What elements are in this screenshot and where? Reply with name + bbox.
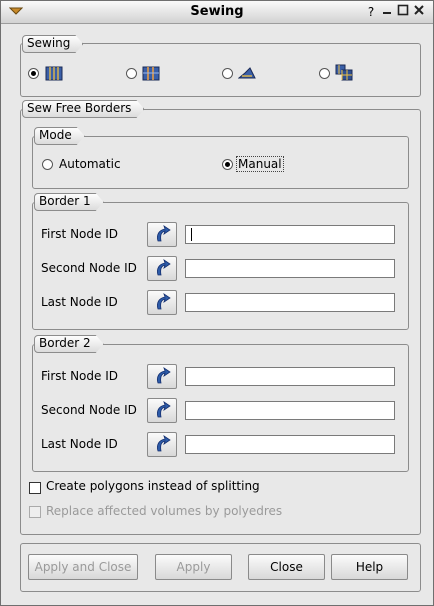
border1-last-node-label: Last Node ID	[41, 295, 118, 309]
close-icon	[414, 5, 424, 15]
border2-first-node-select-button[interactable]	[147, 364, 177, 389]
minimize-icon	[383, 12, 391, 14]
border2-second-node-select-button[interactable]	[147, 398, 177, 423]
sewing-mode-side-elements-radio[interactable]	[319, 68, 330, 79]
sewing-mode-free-borders-radio[interactable]	[28, 68, 39, 79]
side-elements-icon[interactable]	[335, 64, 353, 81]
create-polygons-checkbox[interactable]	[29, 482, 41, 494]
selection-arrow-icon	[157, 435, 171, 452]
border-to-side-icon[interactable]	[238, 64, 256, 80]
help-button[interactable]: Help	[331, 554, 408, 580]
border2-first-node-input[interactable]	[185, 367, 395, 386]
border2-second-node-label: Second Node ID	[41, 403, 137, 417]
apply-button[interactable]: Apply	[155, 554, 232, 580]
selection-arrow-icon	[157, 293, 171, 310]
border1-second-node-label: Second Node ID	[41, 261, 137, 275]
close-button[interactable]: Close	[248, 554, 325, 580]
border1-second-node-input[interactable]	[185, 259, 395, 278]
selection-arrow-icon	[157, 259, 171, 276]
manual-radio[interactable]	[222, 159, 233, 170]
selection-arrow-icon	[157, 401, 171, 418]
mode-group-label: Mode	[34, 127, 85, 145]
sew-free-borders-label: Sew Free Borders	[22, 100, 144, 118]
maximize-button[interactable]	[395, 4, 411, 20]
border1-last-node-select-button[interactable]	[147, 290, 177, 315]
border1-first-node-select-button[interactable]	[147, 222, 177, 247]
border2-second-node-input[interactable]	[185, 401, 395, 420]
selection-arrow-icon	[157, 225, 171, 242]
border2-group-label: Border 2	[34, 335, 104, 353]
border1-first-node-label: First Node ID	[41, 227, 118, 241]
replace-volumes-label: Replace affected volumes by polyedres	[46, 504, 283, 518]
automatic-label[interactable]: Automatic	[59, 157, 121, 171]
replace-volumes-checkbox[interactable]	[29, 506, 41, 518]
sewing-group-frame	[20, 43, 421, 97]
maximize-icon	[397, 4, 409, 16]
border2-last-node-label: Last Node ID	[41, 437, 118, 451]
automatic-radio[interactable]	[42, 159, 53, 170]
free-borders-mode-icon[interactable]	[45, 65, 63, 81]
minimize-button[interactable]	[379, 4, 395, 20]
manual-label[interactable]: Manual	[236, 156, 284, 172]
help-title-button[interactable]: ?	[363, 4, 379, 20]
border1-group-label: Border 1	[34, 193, 104, 211]
create-polygons-label[interactable]: Create polygons instead of splitting	[46, 479, 260, 493]
sewing-mode-conform-radio[interactable]	[126, 68, 137, 79]
border1-last-node-input[interactable]	[185, 293, 395, 312]
border2-first-node-label: First Node ID	[41, 369, 118, 383]
close-window-button[interactable]	[411, 4, 427, 20]
apply-and-close-button[interactable]: Apply and Close	[28, 554, 138, 580]
text-cursor	[191, 228, 192, 241]
conform-free-borders-icon[interactable]	[142, 65, 160, 81]
border1-second-node-select-button[interactable]	[147, 256, 177, 281]
border2-last-node-input[interactable]	[185, 435, 395, 454]
sewing-group-label: Sewing	[22, 35, 83, 53]
border1-first-node-input[interactable]	[185, 225, 395, 244]
selection-arrow-icon	[157, 367, 171, 384]
sewing-dialog: Sewing ? Sewing Sew Free Borders Mode Au…	[0, 0, 434, 606]
sewing-mode-border-to-side-radio[interactable]	[222, 68, 233, 79]
border2-last-node-select-button[interactable]	[147, 432, 177, 457]
title-bar[interactable]: Sewing ?	[1, 1, 433, 24]
